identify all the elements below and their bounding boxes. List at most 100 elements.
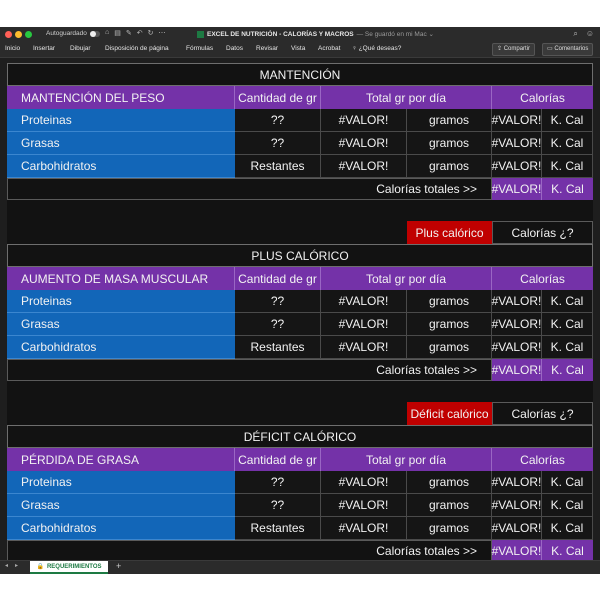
- tab-dibujar[interactable]: Dibujar: [70, 45, 91, 52]
- kcal-unit-cell[interactable]: K. Cal: [542, 336, 593, 359]
- tab-disposicion[interactable]: Disposición de página: [105, 45, 169, 52]
- tab-inicio[interactable]: Inicio: [5, 45, 20, 52]
- tab-datos[interactable]: Datos: [226, 45, 243, 52]
- qty-cell[interactable]: ??: [235, 290, 321, 313]
- macro-label[interactable]: Carbohidratos: [7, 517, 235, 540]
- deficit-calorie-tag[interactable]: Déficit calórico: [407, 402, 492, 425]
- macro-label[interactable]: Grasas: [7, 313, 235, 336]
- unit-cell[interactable]: gramos: [407, 336, 492, 359]
- kcal-unit-cell[interactable]: K. Cal: [542, 494, 593, 517]
- tab-revisar[interactable]: Revisar: [256, 45, 278, 52]
- total-calories-unit[interactable]: K. Cal: [542, 540, 593, 562]
- tab-insertar[interactable]: Insertar: [33, 45, 55, 52]
- comments-button[interactable]: ▭ Comentarios: [542, 43, 594, 56]
- total-header[interactable]: Total gr por día: [321, 448, 492, 471]
- total-header[interactable]: Total gr por día: [321, 86, 492, 109]
- total-cell[interactable]: #VALOR!: [321, 109, 407, 132]
- total-calories-value[interactable]: #VALOR!: [492, 540, 542, 562]
- unit-cell[interactable]: gramos: [407, 494, 492, 517]
- kcal-cell[interactable]: #VALOR!: [492, 109, 542, 132]
- macro-label[interactable]: Grasas: [7, 132, 235, 155]
- close-window-button[interactable]: [5, 30, 12, 38]
- more-icon[interactable]: ⋯: [158, 29, 165, 37]
- kcal-cell[interactable]: #VALOR!: [492, 471, 542, 494]
- qty-cell[interactable]: ??: [235, 109, 321, 132]
- add-sheet-button[interactable]: +: [116, 561, 121, 571]
- unit-cell[interactable]: gramos: [407, 313, 492, 336]
- macro-label[interactable]: Proteinas: [7, 109, 235, 132]
- qty-cell[interactable]: ??: [235, 471, 321, 494]
- unit-cell[interactable]: gramos: [407, 517, 492, 540]
- kcal-cell[interactable]: #VALOR!: [492, 494, 542, 517]
- total-cell[interactable]: #VALOR!: [321, 336, 407, 359]
- minimize-window-button[interactable]: [15, 30, 22, 38]
- section-banner[interactable]: MANTENCIÓN: [7, 63, 593, 86]
- section-banner[interactable]: PLUS CALÓRICO: [7, 244, 593, 267]
- total-cell[interactable]: #VALOR!: [321, 494, 407, 517]
- total-calories-value[interactable]: #VALOR!: [492, 359, 542, 381]
- grams-header[interactable]: Cantidad de gr: [235, 267, 321, 290]
- kcal-cell[interactable]: #VALOR!: [492, 517, 542, 540]
- redo-icon[interactable]: ↻: [148, 29, 154, 37]
- unit-cell[interactable]: gramos: [407, 155, 492, 178]
- undo-icon[interactable]: ↶: [137, 29, 143, 37]
- prev-sheet-icon[interactable]: ◂: [5, 562, 8, 569]
- unit-cell[interactable]: gramos: [407, 290, 492, 313]
- unit-cell[interactable]: gramos: [407, 109, 492, 132]
- calories-header[interactable]: Calorías: [492, 267, 593, 290]
- macro-label[interactable]: Proteinas: [7, 471, 235, 494]
- grams-header[interactable]: Cantidad de gr: [235, 448, 321, 471]
- edit-icon[interactable]: ✎: [126, 29, 132, 37]
- goal-header[interactable]: PÉRDIDA DE GRASA: [7, 448, 235, 471]
- account-icon[interactable]: ☺: [586, 29, 594, 39]
- grams-header[interactable]: Cantidad de gr: [235, 86, 321, 109]
- search-icon[interactable]: ⌕: [573, 29, 577, 39]
- next-sheet-icon[interactable]: ▸: [15, 562, 18, 569]
- autosave-control[interactable]: Autoguardado: [46, 30, 100, 37]
- total-calories-unit[interactable]: K. Cal: [542, 359, 593, 381]
- total-calories-label[interactable]: Calorías totales >>: [7, 540, 492, 562]
- total-calories-label[interactable]: Calorías totales >>: [7, 178, 492, 200]
- sheet-tab-requerimientos[interactable]: 🔒 REQUERIMIENTOS: [30, 561, 108, 574]
- qty-cell[interactable]: Restantes: [235, 336, 321, 359]
- tab-vista[interactable]: Vista: [291, 45, 305, 52]
- qty-cell[interactable]: Restantes: [235, 517, 321, 540]
- kcal-cell[interactable]: #VALOR!: [492, 132, 542, 155]
- tab-formulas[interactable]: Fórmulas: [186, 45, 213, 52]
- qty-cell[interactable]: ??: [235, 494, 321, 517]
- qty-cell[interactable]: ??: [235, 132, 321, 155]
- goal-header[interactable]: MANTENCIÓN DEL PESO: [7, 86, 235, 109]
- total-cell[interactable]: #VALOR!: [321, 517, 407, 540]
- total-calories-unit[interactable]: K. Cal: [542, 178, 593, 200]
- worksheet-grid[interactable]: MANTENCIÓN MANTENCIÓN DEL PESO Cantidad …: [7, 63, 593, 563]
- goal-header[interactable]: AUMENTO DE MASA MUSCULAR: [7, 267, 235, 290]
- home-icon[interactable]: ⌂: [105, 29, 109, 37]
- plus-calorie-tag[interactable]: Plus calórico: [407, 221, 492, 244]
- macro-label[interactable]: Proteinas: [7, 290, 235, 313]
- kcal-cell[interactable]: #VALOR!: [492, 290, 542, 313]
- macro-label[interactable]: Carbohidratos: [7, 336, 235, 359]
- calories-header[interactable]: Calorías: [492, 448, 593, 471]
- tell-me-search[interactable]: ♀ ¿Qué deseas?: [352, 45, 401, 52]
- qty-cell[interactable]: ??: [235, 313, 321, 336]
- calories-input[interactable]: Calorías ¿?: [492, 221, 593, 244]
- save-status[interactable]: — Se guardó en mi Mac ⌄: [357, 30, 434, 38]
- zoom-window-button[interactable]: [25, 30, 32, 38]
- section-banner[interactable]: DÉFICIT CALÓRICO: [7, 425, 593, 448]
- unit-cell[interactable]: gramos: [407, 132, 492, 155]
- tab-acrobat[interactable]: Acrobat: [318, 45, 340, 52]
- kcal-cell[interactable]: #VALOR!: [492, 313, 542, 336]
- total-calories-value[interactable]: #VALOR!: [492, 178, 542, 200]
- kcal-unit-cell[interactable]: K. Cal: [542, 109, 593, 132]
- share-button[interactable]: ⇪ Compartir: [492, 43, 536, 56]
- kcal-unit-cell[interactable]: K. Cal: [542, 290, 593, 313]
- kcal-unit-cell[interactable]: K. Cal: [542, 155, 593, 178]
- total-cell[interactable]: #VALOR!: [321, 313, 407, 336]
- kcal-unit-cell[interactable]: K. Cal: [542, 517, 593, 540]
- total-calories-label[interactable]: Calorías totales >>: [7, 359, 492, 381]
- macro-label[interactable]: Grasas: [7, 494, 235, 517]
- calories-input[interactable]: Calorías ¿?: [492, 402, 593, 425]
- unit-cell[interactable]: gramos: [407, 471, 492, 494]
- kcal-unit-cell[interactable]: K. Cal: [542, 313, 593, 336]
- kcal-unit-cell[interactable]: K. Cal: [542, 471, 593, 494]
